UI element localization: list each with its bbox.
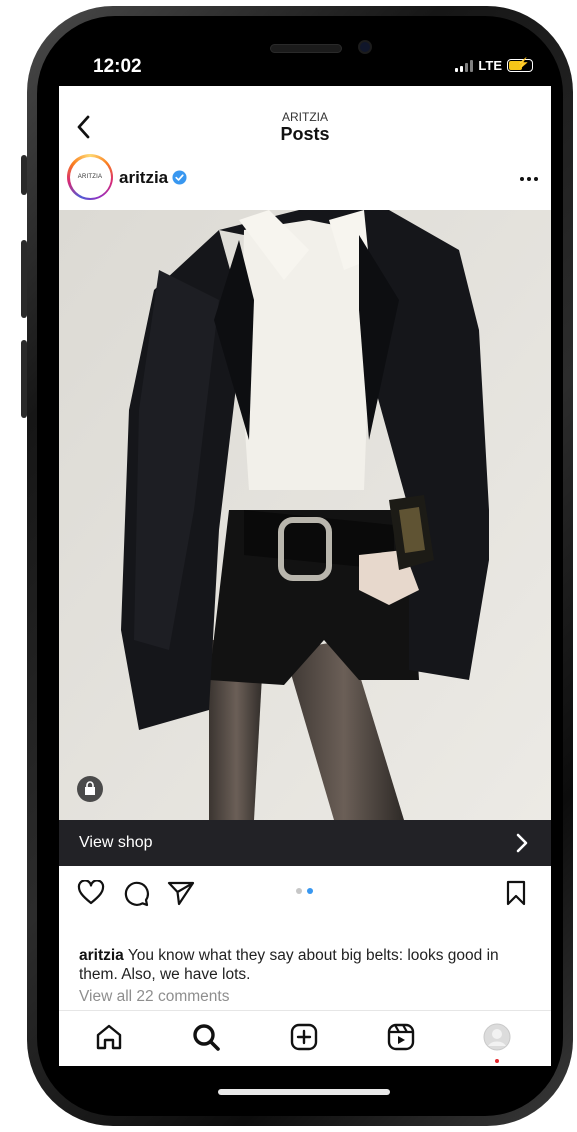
header-subtitle: ARITZIA (281, 110, 328, 124)
post-image[interactable] (59, 210, 551, 820)
outfit-photo (59, 210, 551, 820)
reels-icon[interactable] (385, 1021, 417, 1053)
post-header: ARITZIA aritzia (59, 150, 551, 210)
status-time: 12:02 (93, 56, 142, 77)
verified-badge-icon (172, 170, 187, 185)
caption-text: You know what they say about big belts: … (79, 947, 499, 983)
bottom-tab-bar (59, 1010, 551, 1066)
battery-icon: ⚡ (507, 58, 533, 72)
signal-icon (455, 59, 474, 72)
page-title: Posts (280, 124, 330, 144)
carousel-dot (296, 888, 302, 894)
view-shop-label: View shop (79, 834, 153, 851)
shopping-bag-icon[interactable] (77, 776, 103, 802)
posts-header: ARITZIA Posts (59, 86, 551, 150)
avatar[interactable]: ARITZIA (67, 154, 113, 200)
paper-plane-icon[interactable] (167, 880, 195, 906)
profile-icon[interactable] (481, 1021, 513, 1053)
post-actions (59, 866, 551, 922)
bookmark-icon[interactable] (505, 880, 527, 906)
plus-square-icon[interactable] (288, 1021, 320, 1053)
home-indicator[interactable] (218, 1089, 390, 1095)
network-label: LTE (478, 58, 502, 73)
home-icon[interactable] (93, 1021, 125, 1053)
carousel-indicator (296, 888, 313, 894)
post-username[interactable]: aritzia (119, 168, 168, 188)
volume-down-button (21, 340, 27, 418)
comment-icon[interactable] (122, 880, 150, 907)
avatar-logo-text: ARITZIA (69, 156, 111, 198)
post-caption: aritzia You know what they say about big… (79, 946, 539, 984)
view-shop-bar[interactable]: View shop (59, 820, 551, 866)
chevron-right-icon (516, 833, 528, 853)
caption-username[interactable]: aritzia (79, 947, 124, 964)
status-bar: 12:02 LTE ⚡ (59, 42, 551, 86)
notification-dot (495, 1059, 499, 1063)
view-comments-link[interactable]: View all 22 comments (79, 988, 229, 1006)
mute-switch (21, 155, 27, 195)
carousel-dot-active (307, 888, 313, 894)
volume-up-button (21, 240, 27, 318)
search-icon[interactable] (190, 1021, 222, 1053)
more-horizontal-icon[interactable] (519, 176, 539, 182)
status-indicators: LTE ⚡ (455, 58, 533, 73)
heart-icon[interactable] (77, 880, 105, 906)
app-screen: ARITZIA Posts ARITZIA aritzia View shop … (59, 86, 551, 1066)
